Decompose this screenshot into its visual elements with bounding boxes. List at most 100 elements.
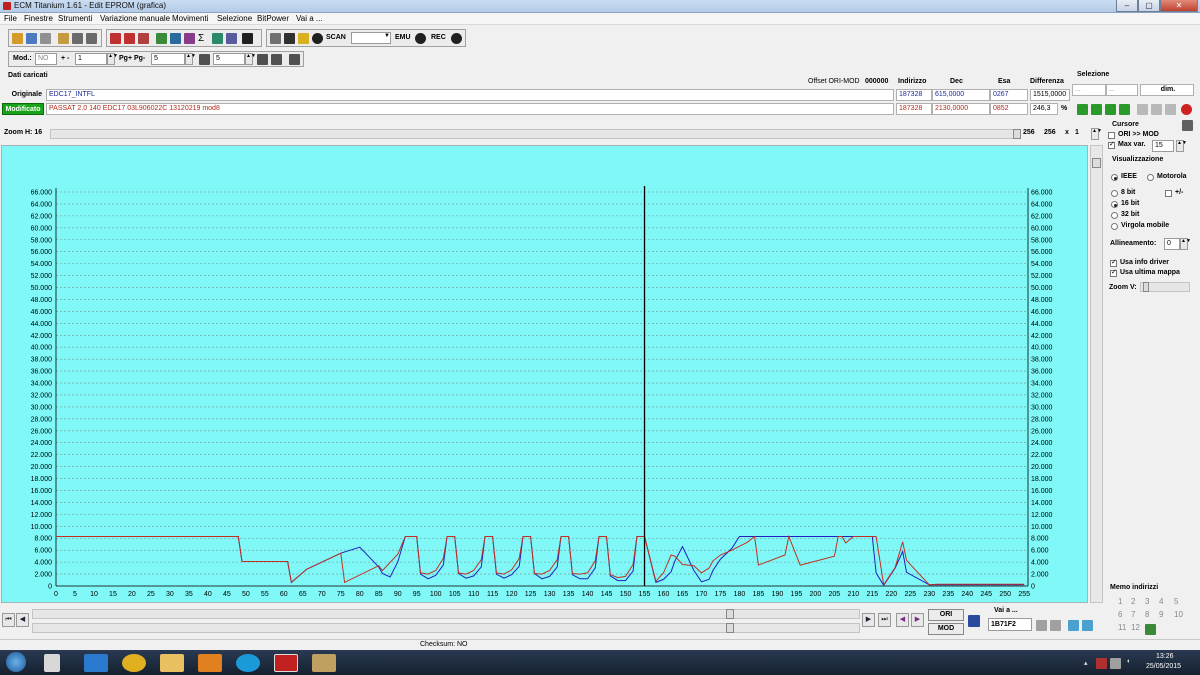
usa-ultima-checkbox[interactable] bbox=[1110, 268, 1117, 277]
allineamento-field[interactable]: 0 bbox=[1164, 238, 1180, 250]
ori-mod-checkbox[interactable] bbox=[1108, 132, 1115, 139]
tray-volume-icon[interactable]: ◖ bbox=[1126, 658, 1130, 665]
ieee-radio[interactable] bbox=[1111, 174, 1118, 181]
step-spinner[interactable]: ▲▼ bbox=[245, 53, 256, 65]
skype-icon[interactable] bbox=[236, 654, 260, 672]
pg-field[interactable]: 5 bbox=[151, 53, 185, 65]
rec-dot-icon[interactable] bbox=[451, 33, 462, 44]
home-icon[interactable] bbox=[12, 33, 23, 44]
grid-icon[interactable] bbox=[257, 54, 268, 65]
select-start-icon[interactable] bbox=[1077, 104, 1088, 115]
chrome-icon[interactable] bbox=[122, 654, 146, 672]
rec-label[interactable]: REC bbox=[431, 34, 446, 41]
go-table-icon[interactable] bbox=[1050, 620, 1061, 631]
last-page-icon[interactable]: ⏭ bbox=[878, 613, 891, 627]
memo-slot-9[interactable]: 9 bbox=[1159, 610, 1163, 619]
memo-slot-6[interactable]: 6 bbox=[1118, 610, 1122, 619]
bit32-radio[interactable] bbox=[1111, 212, 1118, 219]
paste-icon[interactable] bbox=[1151, 104, 1162, 115]
columns-icon[interactable] bbox=[289, 54, 300, 65]
chart-svg[interactable]: 0 02.000 2.0004.000 4.0006.000 6.0008.000 8.0… bbox=[2, 146, 1089, 604]
save-as-icon[interactable] bbox=[86, 33, 97, 44]
allineamento-spinner[interactable]: ▲▼ bbox=[1180, 238, 1191, 250]
run-icon[interactable] bbox=[298, 33, 309, 44]
memo-slot-5[interactable]: 5 bbox=[1174, 597, 1178, 606]
close-button[interactable]: ✕ bbox=[1160, 0, 1198, 12]
memo-slot-3[interactable]: 3 bbox=[1145, 597, 1149, 606]
start-button[interactable] bbox=[6, 652, 26, 672]
grid-2-icon[interactable] bbox=[271, 54, 282, 65]
position-scrollbar-bottom[interactable] bbox=[32, 623, 860, 633]
selection-dim-field[interactable]: dim. bbox=[1140, 84, 1194, 96]
folder-icon[interactable] bbox=[58, 33, 69, 44]
signed-checkbox[interactable] bbox=[1165, 190, 1172, 197]
plusminus-field[interactable]: 1 bbox=[75, 53, 107, 65]
menu-strumenti[interactable]: Strumenti bbox=[58, 14, 92, 23]
menu-variazione-manuale[interactable]: Variazione manuale bbox=[100, 14, 170, 23]
zoom-h-thumb[interactable] bbox=[1013, 129, 1021, 139]
edit-icon[interactable] bbox=[184, 33, 195, 44]
page-set-icon[interactable] bbox=[199, 54, 210, 65]
ori-button[interactable]: ORI bbox=[928, 609, 964, 621]
ecm-titanium-icon[interactable] bbox=[274, 654, 298, 672]
zoom-h-slider[interactable] bbox=[50, 129, 1021, 139]
chart-icon[interactable] bbox=[226, 33, 237, 44]
position-thumb-bottom[interactable] bbox=[726, 623, 734, 633]
tray-arrow-icon[interactable]: ▴ bbox=[1084, 659, 1088, 667]
record-dot-icon[interactable] bbox=[312, 33, 323, 44]
emu-dot-icon[interactable] bbox=[415, 33, 426, 44]
save-icon[interactable] bbox=[72, 33, 83, 44]
prev-diff-icon[interactable]: ◀ bbox=[896, 613, 909, 627]
memo-slot-12[interactable]: 12 bbox=[1131, 623, 1140, 632]
next-page-icon[interactable]: ▶ bbox=[862, 613, 875, 627]
go-icon[interactable] bbox=[1036, 620, 1047, 631]
prev-page-icon[interactable]: ◀ bbox=[16, 613, 29, 627]
binoculars-icon[interactable] bbox=[242, 33, 253, 44]
flag-icon[interactable] bbox=[968, 615, 980, 627]
memo-slot-7[interactable]: 7 bbox=[1131, 610, 1135, 619]
bit8-radio[interactable] bbox=[1111, 190, 1118, 197]
chip-icon[interactable] bbox=[170, 33, 181, 44]
menu-finestre[interactable]: Finestre bbox=[24, 14, 53, 23]
memo-add-icon[interactable] bbox=[1145, 624, 1156, 635]
bit16-radio[interactable] bbox=[1111, 201, 1118, 208]
explorer-icon[interactable] bbox=[160, 654, 184, 672]
sigma-icon[interactable]: Σ bbox=[198, 33, 209, 44]
calendar-red-icon[interactable] bbox=[110, 33, 121, 44]
nav-left-icon[interactable] bbox=[1068, 620, 1079, 631]
usa-info-checkbox[interactable] bbox=[1110, 258, 1117, 267]
undo-icon[interactable] bbox=[1181, 104, 1192, 115]
map-icon[interactable] bbox=[156, 33, 167, 44]
mod-button[interactable]: MOD bbox=[928, 623, 964, 635]
calendar-red-2-icon[interactable] bbox=[124, 33, 135, 44]
position-thumb-top[interactable] bbox=[726, 609, 734, 619]
tool-icon[interactable] bbox=[312, 654, 336, 672]
vai-address-field[interactable]: 1B71F2 bbox=[988, 618, 1032, 631]
wand-icon[interactable] bbox=[212, 33, 223, 44]
device-icon[interactable] bbox=[270, 33, 281, 44]
memo-slot-4[interactable]: 4 bbox=[1159, 597, 1163, 606]
mod-value-field[interactable]: NO bbox=[35, 53, 57, 65]
virgola-radio[interactable] bbox=[1111, 223, 1118, 230]
selection-from-field[interactable]: ... bbox=[1072, 84, 1106, 96]
select-mid-icon[interactable] bbox=[1091, 104, 1102, 115]
memo-slot-11[interactable]: 11 bbox=[1118, 623, 1126, 632]
select-end-icon[interactable] bbox=[1105, 104, 1116, 115]
zoom-v-slider[interactable] bbox=[1140, 282, 1190, 292]
step-field[interactable]: 5 bbox=[213, 53, 245, 65]
paste-special-icon[interactable] bbox=[1165, 104, 1176, 115]
nav-right-icon[interactable] bbox=[1082, 620, 1093, 631]
chevron-down-icon[interactable]: ▼ bbox=[384, 33, 390, 39]
notepad-icon[interactable] bbox=[44, 654, 60, 672]
ie-icon[interactable] bbox=[84, 654, 108, 672]
max-var-checkbox[interactable] bbox=[1108, 140, 1115, 149]
maximize-button[interactable]: ▢ bbox=[1138, 0, 1160, 12]
motorola-radio[interactable] bbox=[1147, 174, 1154, 181]
max-var-spinner[interactable]: ▲▼ bbox=[1176, 140, 1187, 152]
tray-flag-icon[interactable] bbox=[1096, 658, 1107, 669]
table-icon[interactable] bbox=[138, 33, 149, 44]
memo-slot-1[interactable]: 1 bbox=[1118, 597, 1122, 606]
chart-vertical-scrollbar[interactable] bbox=[1090, 145, 1103, 603]
lock-cursor-icon[interactable] bbox=[1182, 120, 1193, 131]
vscroll-thumb[interactable] bbox=[1092, 158, 1101, 168]
